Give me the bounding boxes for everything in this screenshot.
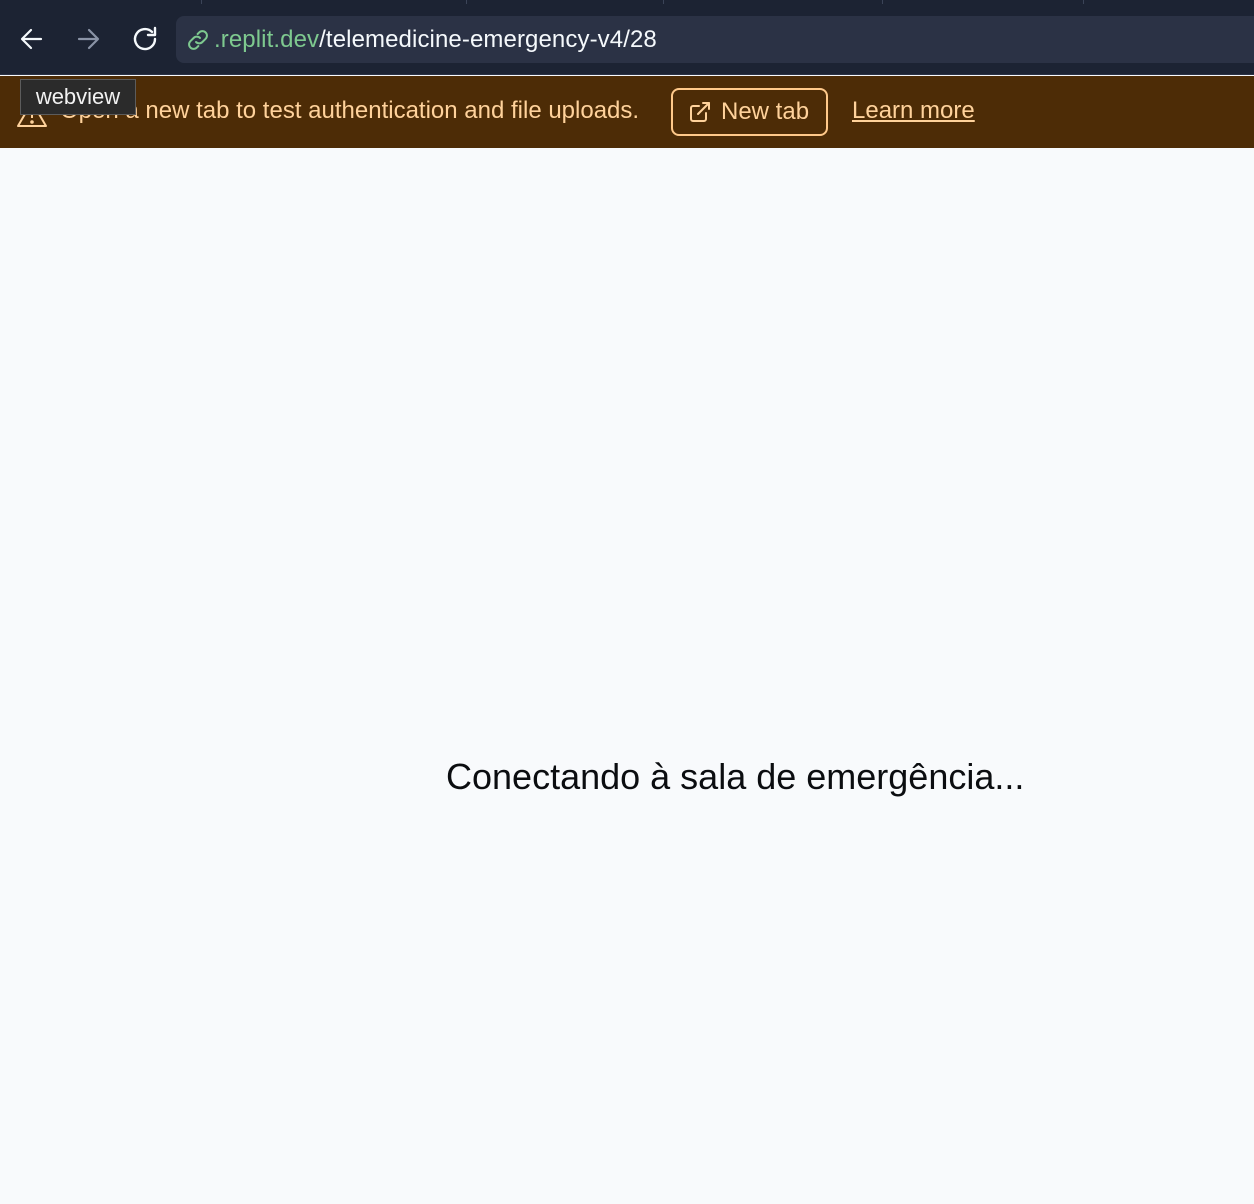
browser-toolbar: .replit.dev/telemedicine-emergency-v4/28 [0, 4, 1254, 75]
address-bar[interactable]: .replit.dev/telemedicine-emergency-v4/28 [176, 16, 1254, 63]
link-icon [186, 28, 210, 52]
url-domain: .replit.dev [214, 25, 320, 53]
new-tab-label: New tab [721, 98, 810, 125]
webview-tooltip: webview [20, 79, 136, 115]
banner-message: Open a new tab to test authentication an… [60, 97, 640, 124]
url-text[interactable]: .replit.dev/telemedicine-emergency-v4/28 [214, 26, 657, 54]
learn-more-link[interactable]: Learn more [852, 97, 975, 125]
webview-content: Conectando à sala de emergência... [0, 148, 1254, 1204]
reload-button[interactable] [127, 21, 163, 57]
back-button[interactable] [14, 21, 50, 57]
arrow-left-icon [20, 28, 43, 50]
new-tab-button[interactable]: New tab [671, 88, 828, 136]
webview-warning-banner: Open a new tab to test authentication an… [0, 76, 1254, 148]
arrow-right-icon [77, 28, 100, 50]
url-path: /telemedicine-emergency-v4/28 [319, 25, 657, 53]
loading-message: Conectando à sala de emergência... [446, 756, 1025, 797]
forward-button[interactable] [70, 21, 106, 57]
external-link-icon [690, 102, 710, 122]
reload-icon [133, 26, 157, 51]
